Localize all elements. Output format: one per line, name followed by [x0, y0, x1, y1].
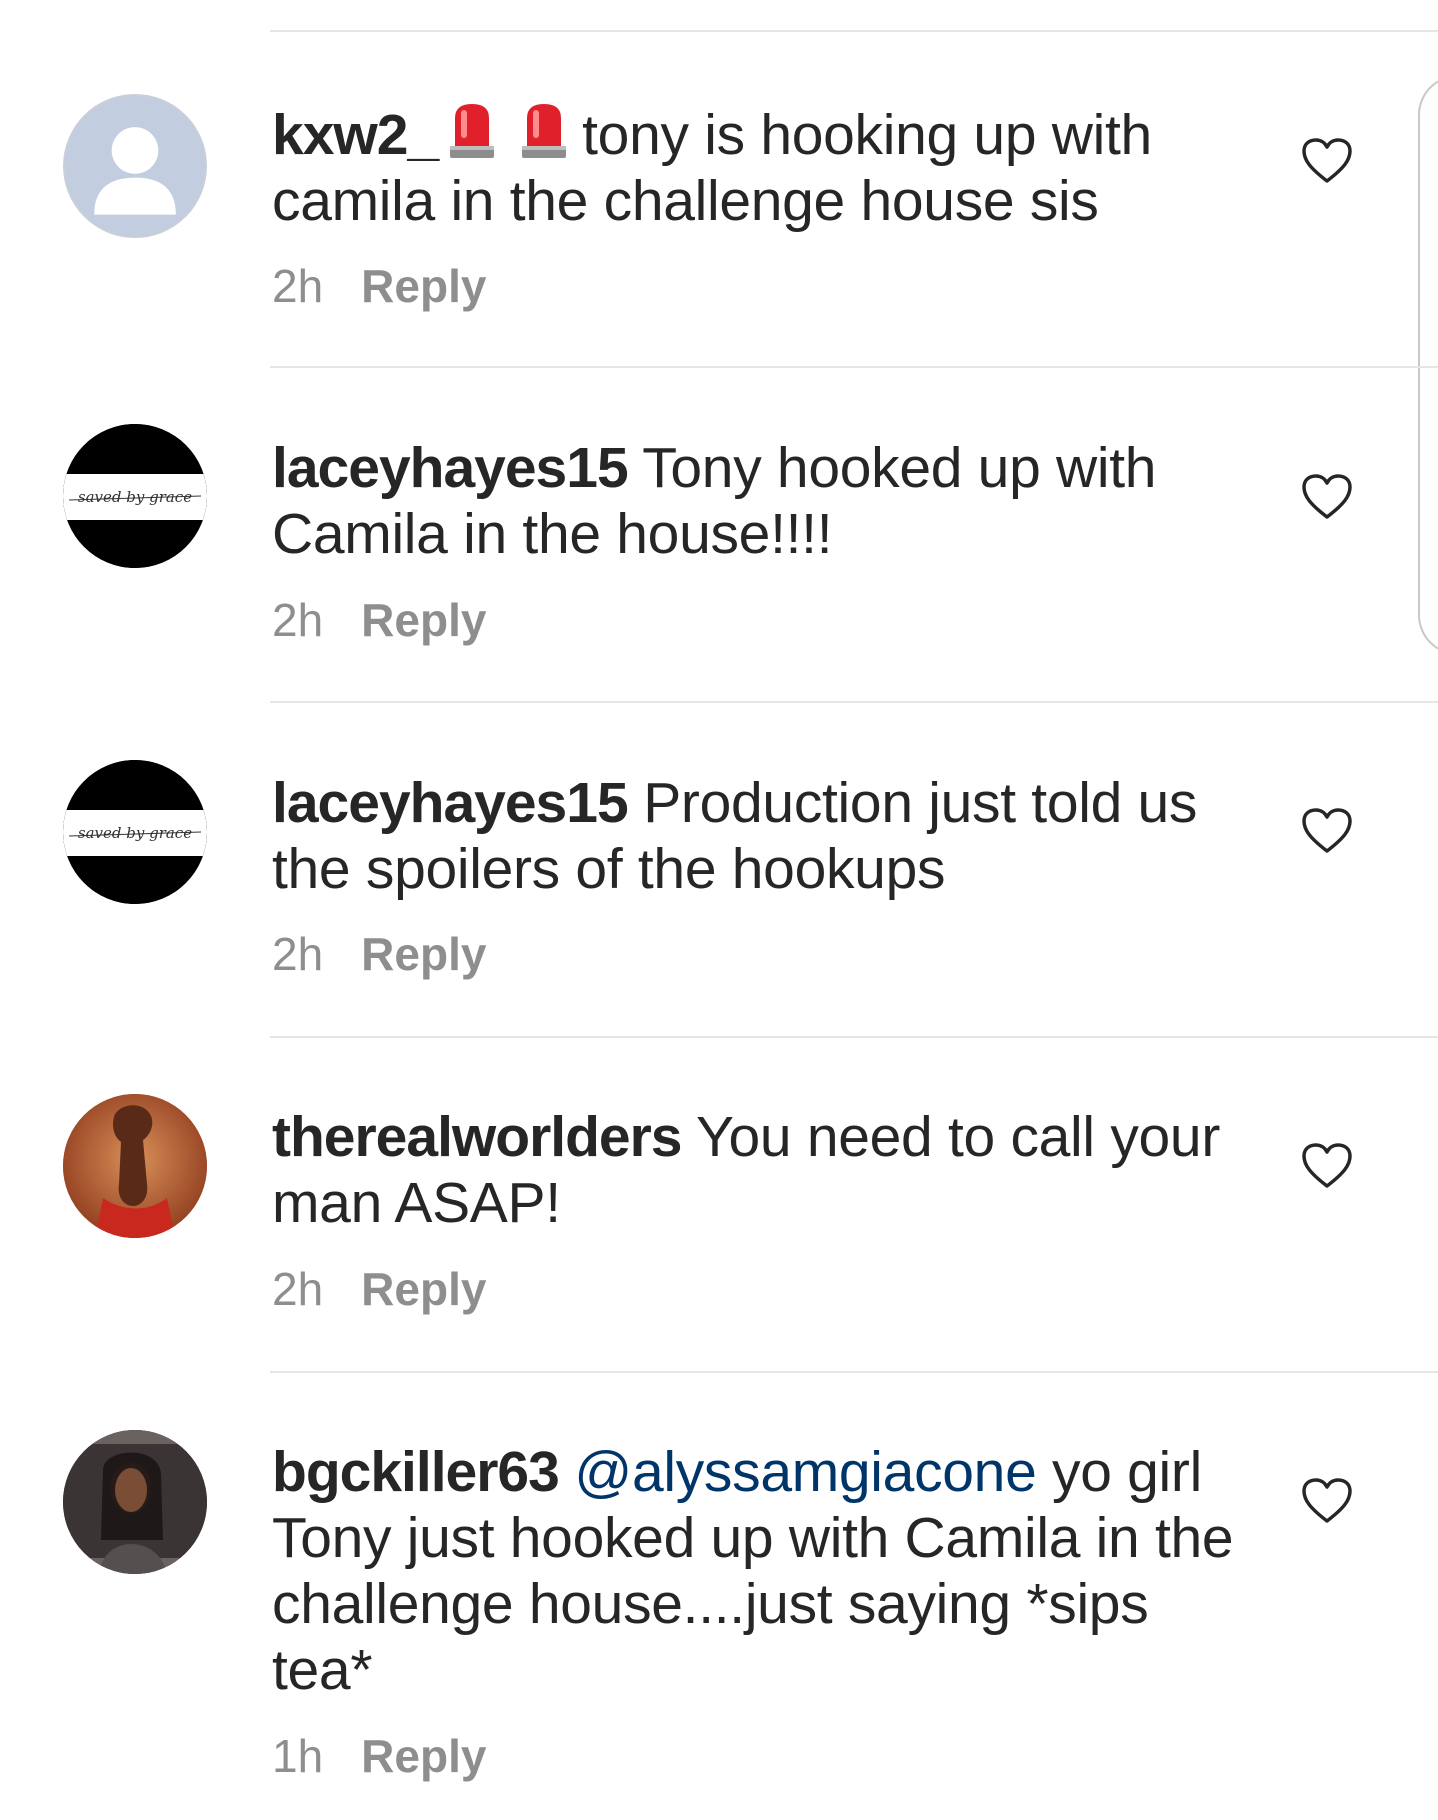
reply-button[interactable]: Reply: [361, 260, 486, 312]
reply-button[interactable]: Reply: [361, 1730, 486, 1782]
default-avatar-icon[interactable]: [63, 94, 207, 238]
comment-divider: [270, 1036, 1438, 1038]
profile-photo[interactable]: [63, 1094, 207, 1238]
heart-icon[interactable]: [1300, 472, 1354, 522]
avatar-logo-text: saved by grace: [78, 488, 192, 506]
profile-photo[interactable]: [63, 1430, 207, 1574]
comment-meta: 1h Reply: [272, 1728, 486, 1784]
rotating-light-icon: [520, 100, 568, 160]
comment-username[interactable]: laceyhayes15: [272, 436, 629, 500]
comment-meta: 2h Reply: [272, 258, 486, 314]
saved-by-grace-logo[interactable]: saved by grace: [63, 760, 207, 904]
comment-time: 2h: [272, 260, 324, 312]
comment-body: therealworlders You need to call your ma…: [272, 1104, 1252, 1236]
comment-divider: [270, 366, 1438, 368]
comment-username[interactable]: therealworlders: [272, 1105, 682, 1169]
comment-meta: 2h Reply: [272, 1261, 486, 1317]
comment-time: 2h: [272, 1263, 324, 1315]
reply-button[interactable]: Reply: [361, 594, 486, 646]
heart-icon[interactable]: [1300, 1141, 1354, 1191]
comment-body: laceyhayes15 Tony hooked up with Camila …: [272, 435, 1252, 567]
comment-body: kxw2_ tony is hooking up with camila in …: [272, 100, 1252, 234]
reply-button[interactable]: Reply: [361, 928, 486, 980]
comment-divider: [270, 1371, 1438, 1373]
comment-body: laceyhayes15 Production just told us the…: [272, 770, 1252, 902]
mention-link[interactable]: @alyssamgiacone: [574, 1440, 1036, 1504]
heart-icon[interactable]: [1300, 136, 1354, 186]
comment-username[interactable]: bgckiller63: [272, 1440, 560, 1504]
avatar-logo-text: saved by grace: [78, 824, 192, 842]
comment-time: 2h: [272, 928, 324, 980]
top-divider: [270, 30, 1438, 32]
comment-username[interactable]: kxw2_: [272, 103, 439, 167]
heart-icon[interactable]: [1300, 806, 1354, 856]
comment-divider: [270, 701, 1438, 703]
comment-username[interactable]: laceyhayes15: [272, 771, 629, 835]
comment-meta: 2h Reply: [272, 592, 486, 648]
comment-time: 2h: [272, 594, 324, 646]
comment-time: 1h: [272, 1730, 324, 1782]
comment-body: bgckiller63 @alyssamgiacone yo girl Tony…: [272, 1439, 1252, 1703]
reply-button[interactable]: Reply: [361, 1263, 486, 1315]
saved-by-grace-logo[interactable]: saved by grace: [63, 424, 207, 568]
heart-icon[interactable]: [1300, 1476, 1354, 1526]
panel-edge: [1418, 75, 1438, 655]
comment-meta: 2h Reply: [272, 926, 486, 982]
rotating-light-icon: [448, 100, 496, 160]
